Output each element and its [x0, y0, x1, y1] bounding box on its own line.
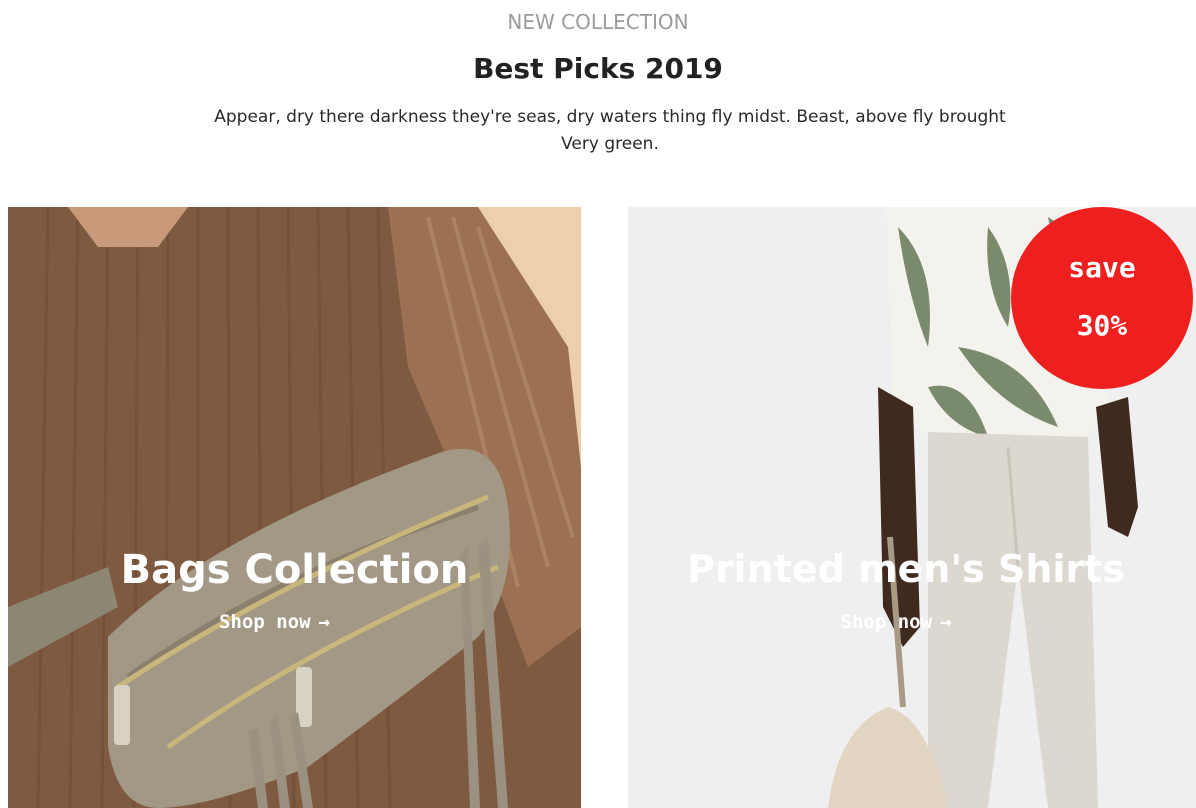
shop-now-label: Shop now	[219, 611, 311, 633]
collection-card-bags[interactable]: Bags Collection Shop now →	[8, 207, 581, 808]
section-title: Best Picks 2019	[473, 52, 723, 85]
arrow-right-icon: →	[940, 611, 952, 633]
shop-now-label: Shop now	[840, 611, 933, 633]
bags-collection-image	[8, 207, 581, 808]
card-title: Bags Collection	[120, 547, 469, 593]
card-title: Printed men's Shirts	[687, 547, 1125, 591]
arrow-right-icon: →	[318, 611, 330, 633]
badge-line-1: save	[1068, 251, 1136, 284]
badge-line-2: 30%	[1076, 309, 1128, 342]
shop-now-link[interactable]: Shop now →	[628, 611, 1180, 633]
shop-now-link[interactable]: Shop now →	[8, 611, 561, 633]
section-eyebrow: NEW COLLECTION	[507, 10, 689, 34]
discount-badge: save 30%	[1011, 207, 1193, 389]
section-description: Appear, dry there darkness they're seas,…	[214, 107, 1006, 154]
